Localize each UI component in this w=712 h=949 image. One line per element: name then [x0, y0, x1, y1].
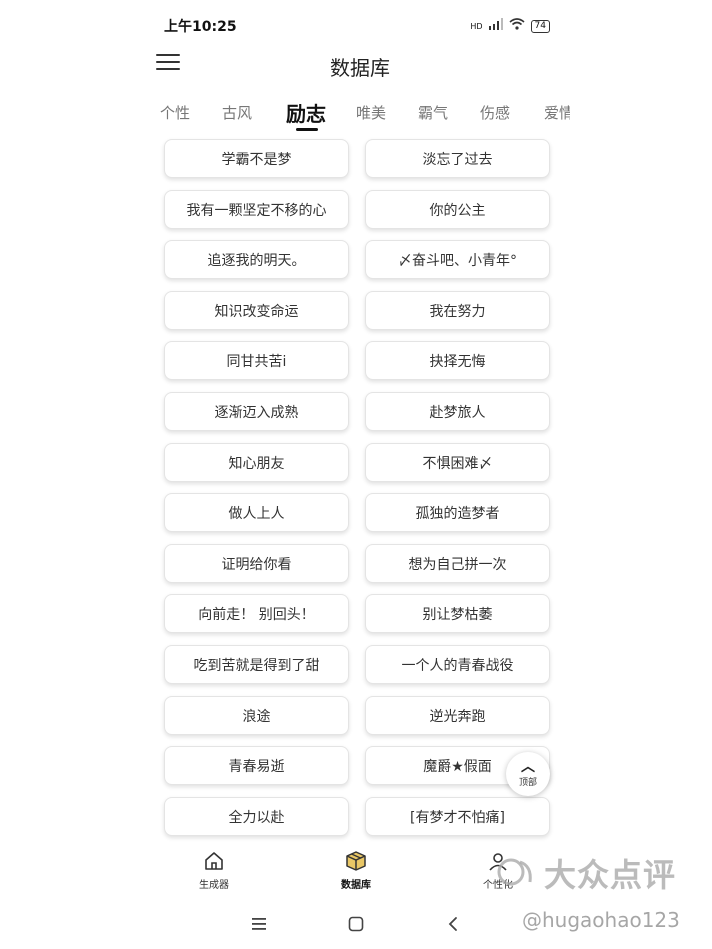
tab-gufeng[interactable]: 古风	[222, 102, 252, 123]
chevron-up-icon: ︿	[521, 759, 535, 775]
active-tab-indicator	[296, 128, 318, 131]
name-card[interactable]: 想为自己拼一次	[365, 544, 550, 583]
battery-indicator: 74	[530, 19, 550, 33]
back-icon[interactable]	[438, 912, 468, 936]
person-icon	[458, 848, 538, 874]
nav-personalize-label: 个性化	[483, 880, 513, 891]
name-card[interactable]: 青春易逝	[164, 746, 349, 785]
tab-shanggan[interactable]: 伤感	[480, 102, 510, 123]
page-title: 数据库	[330, 56, 390, 80]
name-card[interactable]: 逐渐迈入成熟	[164, 392, 349, 431]
tab-aiqing[interactable]: 爱情	[544, 102, 570, 123]
name-card[interactable]: 淡忘了过去	[365, 139, 550, 178]
status-bar: 上午10:25 HD 74	[164, 16, 560, 38]
tab-lizhi[interactable]: 励志	[286, 98, 326, 127]
nav-personalize[interactable]: 个性化	[458, 848, 538, 891]
status-time: 上午10:25	[164, 19, 237, 35]
box-icon	[316, 848, 396, 874]
tab-baqi[interactable]: 霸气	[418, 102, 448, 123]
nav-database[interactable]: 数据库	[316, 848, 396, 891]
system-nav-bar	[150, 908, 570, 940]
home-button-icon[interactable]	[341, 912, 371, 936]
name-card[interactable]: 知心朋友	[164, 443, 349, 482]
phone-screen: 上午10:25 HD 74 数据库 个性 古风 励志 唯美 霸气 伤感 爱情 学…	[150, 0, 570, 949]
name-card[interactable]: 我在努力	[365, 291, 550, 330]
back-to-top-label: 顶部	[518, 778, 537, 788]
name-card[interactable]: 赴梦旅人	[365, 392, 550, 431]
name-card[interactable]: 吃到苦就是得到了甜	[164, 645, 349, 684]
name-card[interactable]: 证明给你看	[164, 544, 349, 583]
nav-generator[interactable]: 生成器	[174, 848, 254, 891]
name-card[interactable]: 向前走！ 别回头！	[164, 594, 349, 633]
name-card[interactable]: 逆光奔跑	[365, 696, 550, 735]
name-card[interactable]: 我有一颗坚定不移的心	[164, 190, 349, 229]
name-card[interactable]: 别让梦枯萎	[365, 594, 550, 633]
wifi-icon	[509, 18, 525, 34]
name-card[interactable]: 全力以赴	[164, 797, 349, 836]
name-card[interactable]: 追逐我的明天。	[164, 240, 349, 279]
nav-generator-label: 生成器	[199, 880, 229, 891]
name-card[interactable]: 你的公主	[365, 190, 550, 229]
app-header: 数据库	[150, 48, 570, 84]
name-card[interactable]: 〆奋斗吧、小青年°	[365, 240, 550, 279]
name-card[interactable]: 抉择无悔	[365, 341, 550, 380]
signal-icon	[488, 18, 503, 34]
signal-label: HD	[470, 21, 483, 31]
name-card[interactable]: 孤独的造梦者	[365, 493, 550, 532]
name-card[interactable]: 一个人的青春战役	[365, 645, 550, 684]
home-icon	[174, 848, 254, 874]
tab-gexing[interactable]: 个性	[160, 102, 190, 123]
category-tabs: 个性 古风 励志 唯美 霸气 伤感 爱情	[150, 96, 570, 132]
name-card[interactable]: 不惧困难〆	[365, 443, 550, 482]
name-card[interactable]: 同甘共苦i	[164, 341, 349, 380]
name-card[interactable]: 知识改变命运	[164, 291, 349, 330]
name-card[interactable]: 学霸不是梦	[164, 139, 349, 178]
back-to-top-button[interactable]: ︿ 顶部	[506, 752, 550, 796]
tab-weimei[interactable]: 唯美	[356, 102, 386, 123]
name-card[interactable]: 浪途	[164, 696, 349, 735]
name-card[interactable]: [有梦才不怕痛]	[365, 797, 550, 836]
nav-database-label: 数据库	[341, 880, 371, 891]
recent-apps-icon[interactable]	[244, 912, 274, 936]
name-card[interactable]: 做人上人	[164, 493, 349, 532]
bottom-nav: 生成器 数据库 个性化	[150, 840, 570, 896]
